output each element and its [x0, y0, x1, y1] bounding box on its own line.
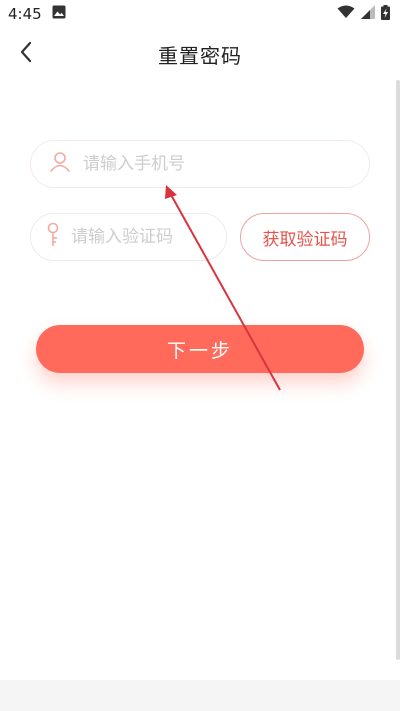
annotation-arrow-head — [165, 185, 177, 199]
annotation-arrow — [165, 185, 281, 391]
annotation-arrow-line — [169, 192, 281, 391]
navigation-bar — [0, 680, 400, 711]
